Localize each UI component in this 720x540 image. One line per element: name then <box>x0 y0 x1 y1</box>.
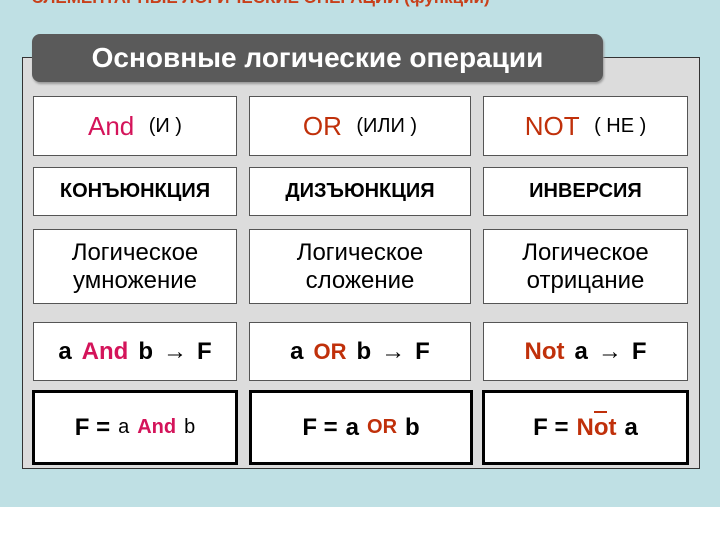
desc-line: отрицание <box>526 266 645 294</box>
var: F = <box>533 413 569 441</box>
name-disjunction: ДИЗЪЮНКЦИЯ <box>249 167 471 216</box>
expr-or: a OR b → F <box>249 322 471 381</box>
op-text: Not <box>576 413 617 441</box>
desc-not: Логическое отрицание <box>483 229 688 304</box>
op-label: And <box>88 110 135 141</box>
name-inversion: ИНВЕРСИЯ <box>483 167 688 216</box>
var: b <box>184 416 196 438</box>
arrow-icon: → <box>163 337 187 365</box>
var: F <box>631 337 647 365</box>
var: b <box>405 413 420 441</box>
op-label: NOT <box>524 110 580 141</box>
var: a <box>118 416 130 438</box>
var: F = <box>302 413 338 441</box>
desc-line: Логическое <box>522 238 649 266</box>
op-ru: (И ) <box>148 114 182 137</box>
expr-and: a And b → F <box>33 322 237 381</box>
var: a <box>574 337 588 365</box>
arrow-icon: → <box>597 337 622 365</box>
formula-not: F = Not a <box>482 390 689 465</box>
expr-not: Not a → F <box>483 322 688 381</box>
var: b <box>138 337 153 365</box>
op-ru: ( НЕ ) <box>594 114 647 137</box>
name-conjunction: КОНЪЮНКЦИЯ <box>33 167 237 216</box>
var: a <box>58 337 72 365</box>
desc-line: умножение <box>73 266 197 294</box>
slide-title: ЭЛЕМЕНТАРНЫЕ ЛОГИЧЕСКИЕ ОПЕРАЦИИ (функци… <box>32 0 490 8</box>
var: F = <box>74 413 111 441</box>
op: OR <box>313 338 347 364</box>
var: a <box>345 413 360 441</box>
var: b <box>356 337 372 365</box>
var: F <box>197 337 212 365</box>
var: a <box>624 413 638 441</box>
var: a <box>290 337 304 365</box>
var: F <box>415 337 430 365</box>
formula-or: F = a OR b <box>249 390 473 465</box>
op: OR <box>367 416 398 438</box>
header: Основные логические операции <box>32 34 603 82</box>
desc-line: сложение <box>305 266 415 294</box>
op-label: OR <box>302 110 342 141</box>
op: Not <box>524 337 565 365</box>
overline <box>593 410 607 413</box>
op: Not <box>576 410 617 442</box>
cell-not: NOT ( НЕ ) <box>483 96 688 156</box>
desc-and: Логическое умножение <box>33 229 237 304</box>
op: And <box>81 337 129 365</box>
cell-and: And (И ) <box>33 96 237 156</box>
arrow-icon: → <box>381 337 406 365</box>
op-ru: (ИЛИ ) <box>356 114 418 137</box>
desc-or: Логическое сложение <box>249 229 471 304</box>
desc-line: Логическое <box>296 238 424 266</box>
formula-and: F = a And b <box>32 390 238 465</box>
desc-line: Логическое <box>71 238 199 266</box>
op: And <box>137 416 177 438</box>
cell-or: OR (ИЛИ ) <box>249 96 471 156</box>
